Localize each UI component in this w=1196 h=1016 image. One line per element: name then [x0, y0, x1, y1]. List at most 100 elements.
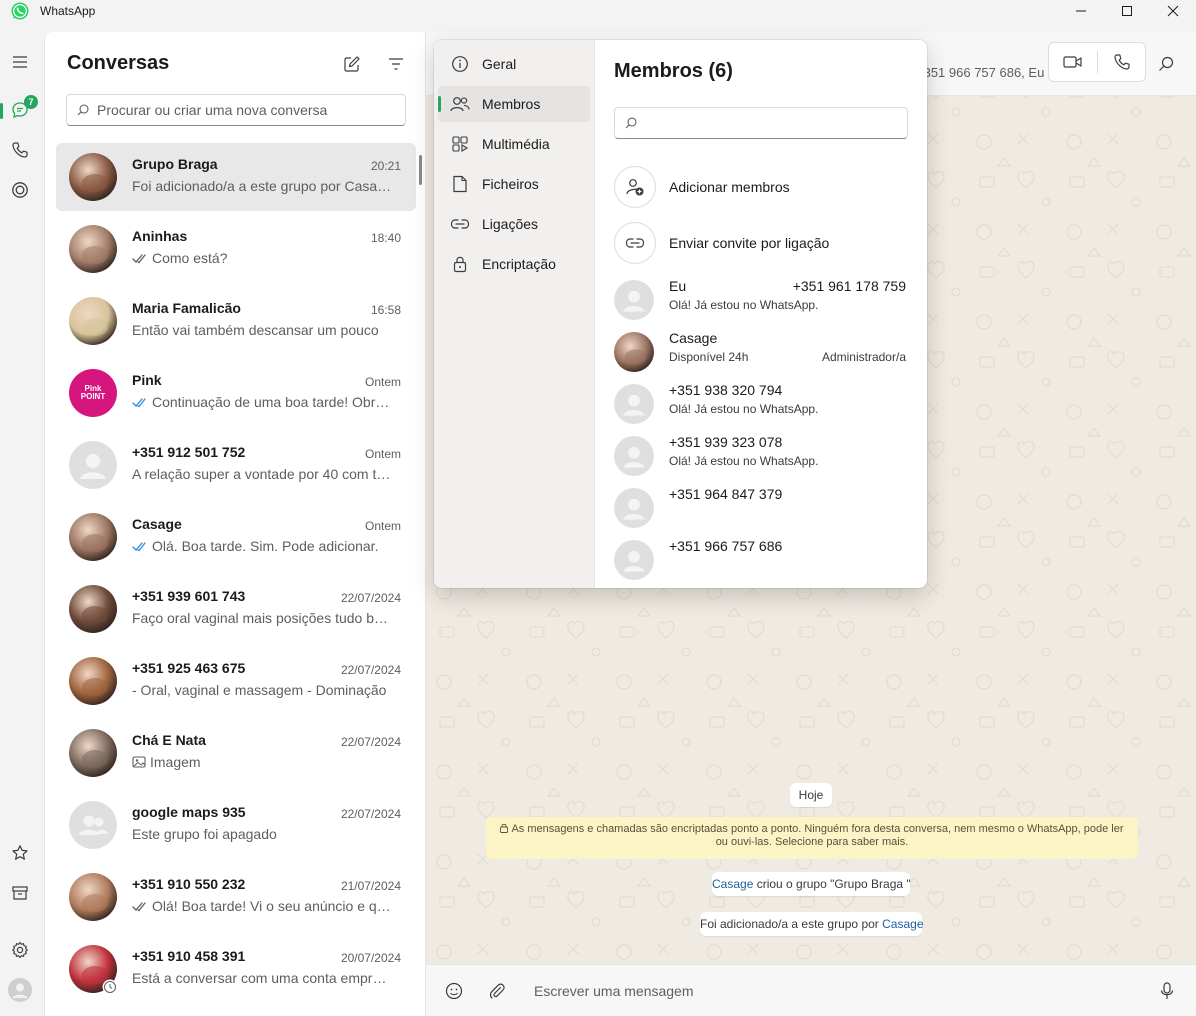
invite-link-button[interactable]: Enviar convite por ligação: [614, 222, 914, 266]
chat-list-title: Conversas: [67, 52, 170, 74]
avatar: [69, 801, 117, 849]
profile-button[interactable]: [4, 974, 36, 1006]
media-icon: [450, 134, 470, 154]
title-bar: WhatsApp: [0, 0, 1196, 32]
new-chat-button[interactable]: [340, 52, 364, 76]
chat-list-item[interactable]: Casage Ontem Olá. Boa tarde. Sim. Pode adi…: [56, 503, 416, 571]
tab-encriptacao[interactable]: Encriptação: [438, 246, 590, 282]
search-in-chat-button[interactable]: [1154, 52, 1178, 76]
member-search-input[interactable]: [645, 115, 905, 131]
chat-participants[interactable]: +351 966 757 686, Eu: [916, 65, 1044, 80]
member-row[interactable]: Eu +351 961 178 759 Olá! Já estou no Whats…: [614, 278, 914, 326]
chat-name: +351 925 463 675: [132, 660, 246, 676]
hamburger-icon: [12, 55, 28, 69]
tab-membros[interactable]: Membros: [438, 86, 590, 122]
chat-search-box[interactable]: [66, 94, 406, 126]
gear-icon: [11, 941, 29, 959]
encryption-notice-text: As mensagens e chamadas são encriptadas …: [511, 823, 1124, 848]
chat-preview-text: Foi adicionado/a a este grupo por Casage: [132, 178, 392, 194]
file-icon: [450, 174, 470, 194]
archived-button[interactable]: [4, 877, 36, 909]
tab-multimedia[interactable]: Multimédia: [438, 126, 590, 162]
filter-icon: [388, 57, 404, 71]
adder-link[interactable]: Casage: [882, 917, 923, 931]
member-search-box[interactable]: [614, 107, 908, 139]
member-name: +351 938 320 794: [669, 382, 783, 398]
message-input[interactable]: [534, 979, 1114, 1003]
chat-preview: Imagem: [132, 754, 392, 770]
tab-ligacoes[interactable]: Ligações: [438, 206, 590, 242]
menu-button[interactable]: [4, 46, 36, 78]
chat-name: Grupo Braga: [132, 156, 218, 172]
chat-list-item[interactable]: +351 925 463 675 22/07/2024 - Oral, vagina…: [56, 647, 416, 715]
video-camera-icon: [1063, 54, 1083, 70]
avatar: [69, 657, 117, 705]
video-call-button[interactable]: [1049, 43, 1097, 81]
chats-button[interactable]: 7: [4, 94, 38, 126]
encryption-notice[interactable]: As mensagens e chamadas são encriptadas …: [486, 817, 1138, 859]
chat-preview-text: Como está?: [152, 250, 228, 266]
member-row[interactable]: +351 939 323 078 Olá! Já estou no WhatsAp…: [614, 434, 914, 482]
voice-message-button[interactable]: [1155, 979, 1179, 1003]
tab-ficheiros[interactable]: Ficheiros: [438, 166, 590, 202]
avatar: [69, 729, 117, 777]
search-icon: [1158, 56, 1174, 72]
chat-search-input[interactable]: [97, 102, 377, 118]
add-members-button[interactable]: Adicionar membros: [614, 166, 914, 210]
invite-link-label: Enviar convite por ligação: [669, 235, 830, 251]
search-icon: [77, 104, 89, 116]
filter-button[interactable]: [384, 52, 408, 76]
minimize-button[interactable]: [1058, 0, 1104, 22]
chat-preview: Então vai também descansar um pouco: [132, 322, 392, 338]
member-row[interactable]: +351 964 847 379: [614, 486, 914, 534]
system-message-text: criou o grupo "Grupo Braga ": [753, 877, 911, 891]
chat-list-item[interactable]: Chá E Nata 22/07/2024 Imagem: [56, 719, 416, 787]
chat-list-scrollbar[interactable]: [419, 155, 422, 185]
chat-list-item[interactable]: +351 939 601 743 22/07/2024 Faço oral vagi…: [56, 575, 416, 643]
chat-name: Maria Famalicão: [132, 300, 241, 316]
tab-label: Geral: [482, 56, 517, 72]
unread-badge: 7: [24, 95, 38, 109]
member-row[interactable]: +351 966 757 686: [614, 538, 914, 586]
creator-link[interactable]: Casage: [712, 877, 753, 891]
chat-time: 22/07/2024: [340, 591, 401, 605]
member-row[interactable]: Casage Disponível 24h Administrador/a: [614, 330, 914, 378]
tab-label: Encriptação: [482, 256, 556, 272]
chat-time: 18:40: [370, 231, 401, 245]
paperclip-icon: [488, 982, 506, 1000]
status-button[interactable]: [4, 174, 36, 206]
member-status: Olá! Já estou no WhatsApp.: [669, 454, 819, 468]
chat-list-item[interactable]: +351 912 501 752 Ontem A relação super a v…: [56, 431, 416, 499]
chat-list-item[interactable]: +351 910 458 391 20/07/2024 Está a convers…: [56, 935, 416, 1003]
chat-list-item[interactable]: Pink POINT Pink Ontem Continuação de uma bo…: [56, 359, 416, 427]
avatar: [614, 384, 654, 424]
chat-list-item[interactable]: +351 910 550 232 21/07/2024 Olá! Boa tarde…: [56, 863, 416, 931]
member-row[interactable]: +351 938 320 794 Olá! Já estou no WhatsAp…: [614, 382, 914, 430]
chat-preview-text: - Oral, vaginal e massagem - Dominação: [132, 682, 387, 698]
calls-button[interactable]: [4, 134, 36, 166]
chat-time: Ontem: [364, 519, 401, 533]
chat-name: google maps 935: [132, 804, 246, 820]
member-status: Disponível 24h: [669, 350, 749, 364]
link-icon: [614, 222, 656, 264]
attach-button[interactable]: [485, 979, 509, 1003]
phone-icon: [11, 141, 29, 159]
chat-list-item[interactable]: Maria Famalicão 16:58 Então vai também des…: [56, 287, 416, 355]
close-window-button[interactable]: [1150, 0, 1196, 22]
group-info-popup: Geral Membros Multimédia Ficheiros Ligaç…: [434, 40, 927, 588]
chat-preview-text: Então vai também descansar um pouco: [132, 322, 379, 338]
chat-list-item[interactable]: google maps 935 22/07/2024 Este grupo foi …: [56, 791, 416, 859]
tab-geral[interactable]: Geral: [438, 46, 590, 82]
voice-call-button[interactable]: [1098, 43, 1146, 81]
status-icon: [11, 181, 29, 199]
maximize-button[interactable]: [1104, 0, 1150, 22]
avatar: [614, 332, 654, 372]
member-role: Administrador/a: [821, 350, 906, 364]
chat-preview: Continuação de uma boa tarde! Obrigada: [132, 394, 392, 410]
chat-list-item[interactable]: Aninhas 18:40 Como está?: [56, 215, 416, 283]
chat-list-item[interactable]: Grupo Braga 20:21 Foi adicionado/a a este …: [56, 143, 416, 211]
settings-button[interactable]: [4, 934, 36, 966]
emoji-button[interactable]: [442, 979, 466, 1003]
starred-button[interactable]: [4, 837, 36, 869]
whatsapp-logo-icon: [10, 1, 30, 21]
